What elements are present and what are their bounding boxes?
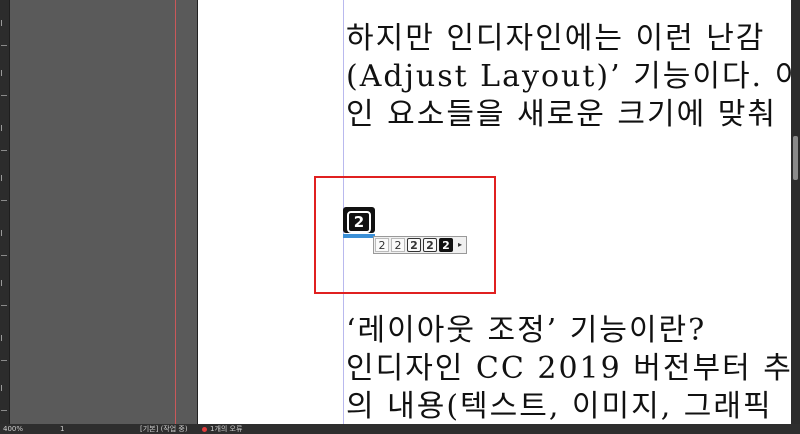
page-edge <box>197 0 198 424</box>
style-status: [기본] (작업 중) <box>140 425 188 433</box>
ruler-tick <box>1 95 7 96</box>
ruler-tick <box>1 45 7 46</box>
selected-glyph[interactable]: 2 <box>343 207 375 233</box>
zoom-level[interactable]: 400% <box>3 424 23 434</box>
ruler-tick <box>1 255 7 256</box>
bleed-guide <box>175 0 176 424</box>
ruler-mark <box>1 280 9 286</box>
text-line-2[interactable]: (Adjust Layout)’ 기능이다. 이 <box>346 60 800 94</box>
ruler-mark <box>1 175 9 181</box>
text-line-1[interactable]: 하지만 인디자인에는 이런 난감 <box>346 22 765 56</box>
text-line-3[interactable]: 인 요소들을 새로운 크기에 맞춰 <box>346 98 777 132</box>
scrollbar-thumb[interactable] <box>793 136 798 180</box>
ruler-tick <box>1 305 7 306</box>
triangle-right-icon[interactable]: ▸ <box>455 238 465 252</box>
glyph-alternates-popup: 2 2 2 2 2 ▸ <box>373 236 467 254</box>
ruler-mark <box>1 20 9 26</box>
status-bar: 400% 1 [기본] (작업 중) 1개의 오류 <box>0 424 800 434</box>
ruler-tick <box>1 360 7 361</box>
vertical-scrollbar[interactable] <box>791 0 800 424</box>
glyph-alternate-boxed[interactable]: 2 <box>407 238 421 252</box>
ruler-tick <box>1 200 7 201</box>
page-number[interactable]: 1 <box>60 424 64 434</box>
text-line-4[interactable]: ‘레이아웃 조정’ 기능이란? <box>346 314 706 348</box>
ruler-tick <box>1 150 7 151</box>
glyph-alternate-inverted[interactable]: 2 <box>439 238 453 252</box>
ruler-mark <box>1 335 9 341</box>
text-selection-bar <box>343 234 375 238</box>
pasteboard[interactable] <box>10 0 197 424</box>
error-count[interactable]: 1개의 오류 <box>210 424 242 434</box>
ruler-tick <box>1 410 7 411</box>
glyph-alternate-plain[interactable]: 2 <box>375 238 389 252</box>
text-line-6[interactable]: 의 내용(텍스트, 이미지, 그래픽 <box>346 390 773 424</box>
error-dot-icon <box>202 427 207 432</box>
selected-glyph-char: 2 <box>347 211 371 233</box>
highlight-frame <box>314 176 496 294</box>
ruler-mark <box>1 70 9 76</box>
text-line-5[interactable]: 인디자인 CC 2019 버전부터 추 <box>346 352 793 386</box>
glyph-alternate-rounded[interactable]: 2 <box>423 238 437 252</box>
vertical-ruler[interactable] <box>0 0 10 424</box>
glyph-alternate-light[interactable]: 2 <box>391 238 405 252</box>
ruler-mark <box>1 125 9 131</box>
ruler-mark <box>1 385 9 391</box>
ruler-mark <box>1 230 9 236</box>
